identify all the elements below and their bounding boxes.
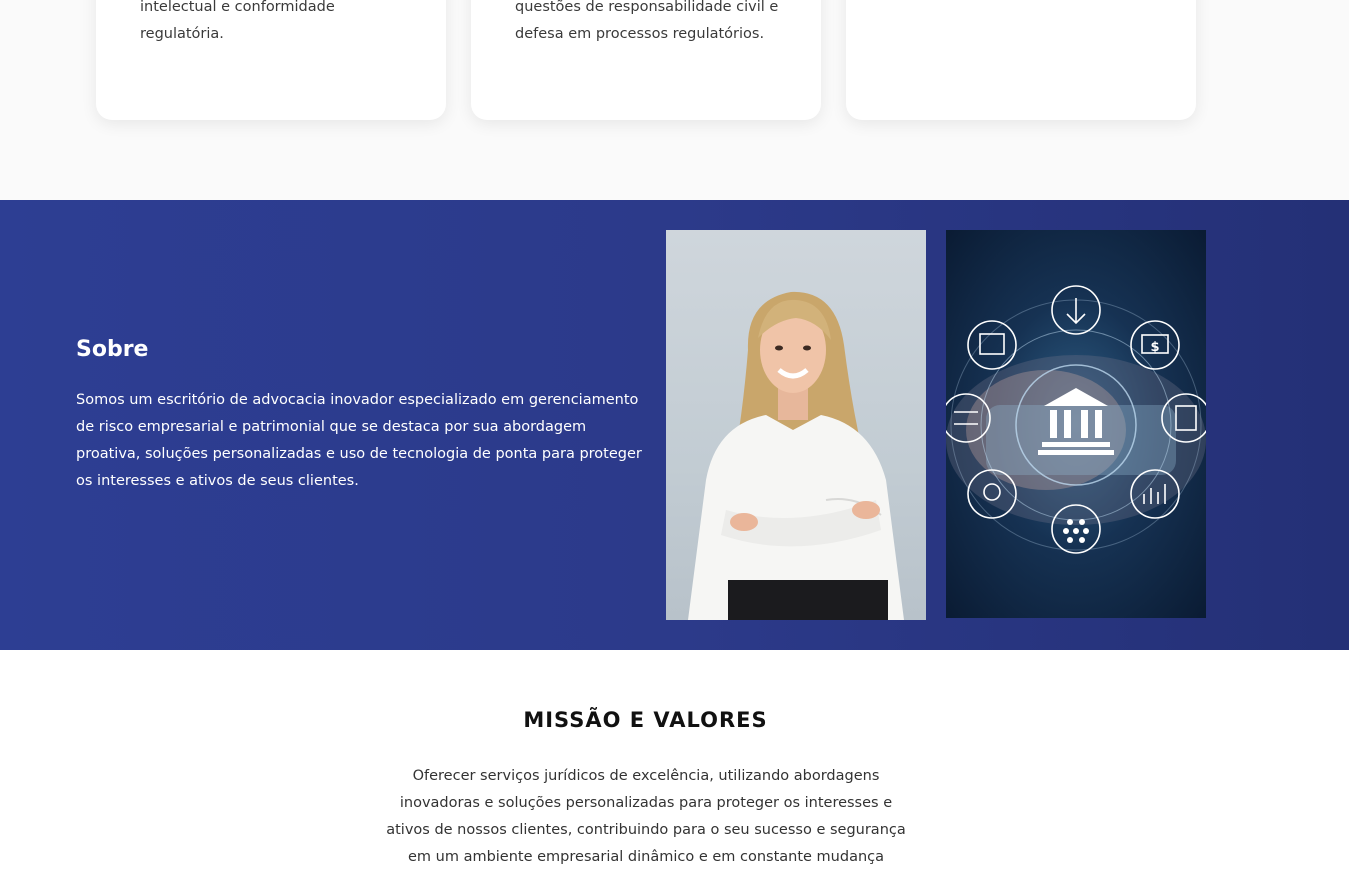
- service-card: intelectual e conformidade regulatória.: [96, 0, 446, 120]
- digital-banking-image: $: [946, 230, 1206, 618]
- woman-portrait-image: [666, 230, 926, 620]
- mission-title: MISSÃO E VALORES: [523, 708, 768, 732]
- about-section: Sobre Somos um escritório de advocacia i…: [0, 200, 1349, 650]
- service-card-text: intelectual e conformidade regulatória.: [140, 0, 335, 42]
- about-title: Sobre: [76, 337, 149, 362]
- service-card: [846, 0, 1196, 120]
- about-text: Somos um escritório de advocacia inovado…: [76, 392, 642, 489]
- mission-text: Oferecer serviços jurídicos de excelênci…: [386, 768, 906, 865]
- banking-network-illustration: $: [946, 285, 1206, 554]
- svg-text:$: $: [1150, 340, 1159, 355]
- mission-section: MISSÃO E VALORES Oferecer serviços juríd…: [0, 650, 1349, 892]
- woman-portrait-illustration: [688, 291, 904, 620]
- service-card-text: questões de responsabilidade civil e def…: [515, 0, 779, 42]
- services-cards-section: intelectual e conformidade regulatória. …: [0, 0, 1349, 200]
- service-card: questões de responsabilidade civil e def…: [471, 0, 821, 120]
